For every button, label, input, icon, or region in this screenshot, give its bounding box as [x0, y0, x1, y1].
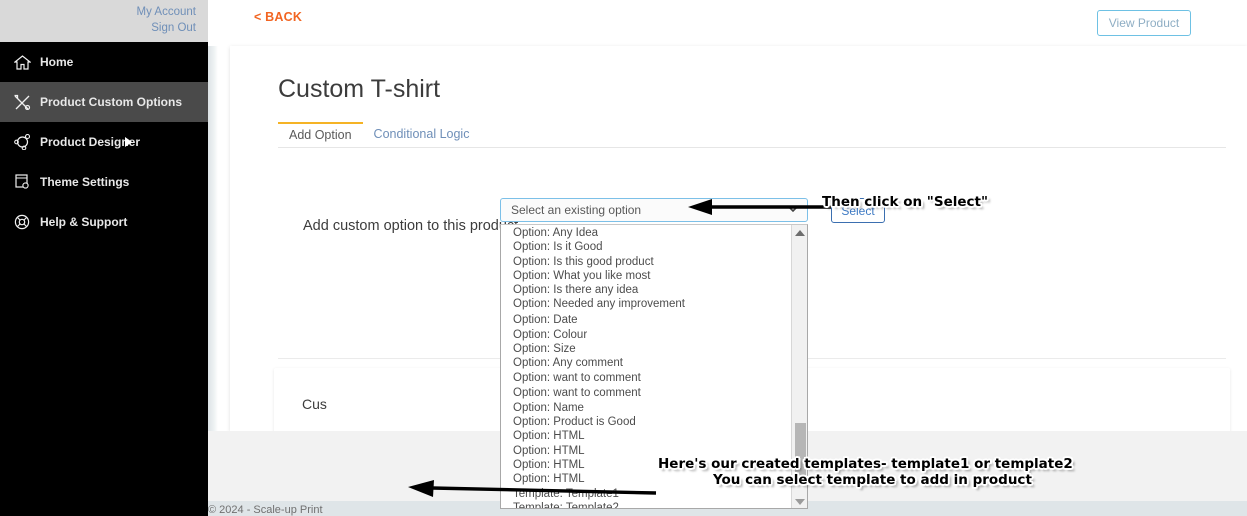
existing-option-select-value: Select an existing option — [511, 203, 642, 217]
dropdown-option[interactable]: Option: Product is Good — [501, 415, 792, 429]
annotation-text-bottom-line2: You can select template to add in produc… — [713, 472, 1032, 488]
tools-icon — [12, 93, 32, 111]
sidebar-item-label: Theme Settings — [40, 175, 130, 189]
annotation-arrow-top — [688, 199, 831, 215]
page-title: Custom T-shirt — [278, 75, 441, 103]
back-link[interactable]: < BACK — [254, 10, 302, 24]
dropdown-option[interactable]: Option: Is it Good — [501, 240, 792, 254]
content-topbar: < BACK View Product — [208, 0, 1247, 46]
lifebuoy-icon — [12, 213, 32, 231]
left-sidebar: My Account Sign Out Home Product Custom … — [0, 0, 208, 516]
monitor-gear-icon — [12, 173, 32, 191]
sidebar-item-product-designer[interactable]: Product Designer — [0, 122, 208, 162]
annotation-text-bottom-line1: Here's our created templates- template1 … — [658, 456, 1073, 472]
account-links: My Account Sign Out — [0, 0, 208, 42]
scroll-up-arrow-icon[interactable] — [795, 230, 805, 236]
dropdown-option[interactable]: Option: Date — [501, 313, 792, 327]
sidebar-item-label: Help & Support — [40, 215, 128, 229]
scroll-down-arrow-icon[interactable] — [795, 499, 805, 505]
custom-options-panel-title: Cus — [302, 396, 327, 412]
sidebar-item-home[interactable]: Home — [0, 42, 208, 82]
view-product-button[interactable]: View Product — [1097, 10, 1191, 36]
dropdown-option[interactable]: Option: HTML — [501, 429, 792, 443]
tab-conditional-logic[interactable]: Conditional Logic — [363, 122, 481, 148]
dropdown-option[interactable]: Option: Name — [501, 401, 792, 415]
sidebar-item-theme-settings[interactable]: Theme Settings — [0, 162, 208, 202]
tab-bar: Add Option Conditional Logic — [278, 122, 1226, 148]
my-account-link[interactable]: My Account — [0, 4, 196, 20]
dropdown-option[interactable]: Option: What you like most — [501, 269, 792, 283]
sidebar-item-product-custom-options[interactable]: Product Custom Options — [0, 82, 208, 122]
sidebar-item-help-support[interactable]: Help & Support — [0, 202, 208, 242]
dropdown-option[interactable]: Option: Any comment — [501, 356, 792, 370]
sidebar-item-label: Product Custom Options — [40, 95, 182, 109]
dropdown-option[interactable]: Template: Template2 — [501, 501, 792, 508]
main-content: < BACK View Product Custom T-shirt Add O… — [208, 0, 1247, 516]
sidebar-item-label: Home — [40, 55, 74, 69]
annotation-text-top: Then click on "Select" — [822, 194, 988, 210]
footer-copyright: © 2024 - Scale-up Print — [208, 504, 323, 516]
app-root: My Account Sign Out Home Product Custom … — [0, 0, 1247, 516]
dropdown-option[interactable]: Option: Is there any idea — [501, 283, 792, 297]
dropdown-option[interactable]: Option: Is this good product — [501, 255, 792, 269]
home-icon — [12, 53, 32, 71]
design-node-icon — [12, 133, 32, 151]
dropdown-option[interactable]: Option: Colour — [501, 328, 792, 342]
tab-add-option[interactable]: Add Option — [278, 122, 363, 148]
dropdown-option[interactable]: Option: want to comment — [501, 386, 792, 400]
dropdown-option[interactable]: Option: Any Idea — [501, 226, 792, 240]
annotation-arrow-bottom — [408, 480, 657, 497]
dropdown-option[interactable]: Option: want to comment — [501, 371, 792, 385]
chevron-right-icon — [125, 137, 132, 147]
sign-out-link[interactable]: Sign Out — [0, 20, 196, 36]
dropdown-option[interactable]: Option: Needed any improvement — [501, 297, 792, 311]
dropdown-option[interactable]: Option: Size — [501, 342, 792, 356]
section-label: Add custom option to this product — [303, 218, 519, 234]
